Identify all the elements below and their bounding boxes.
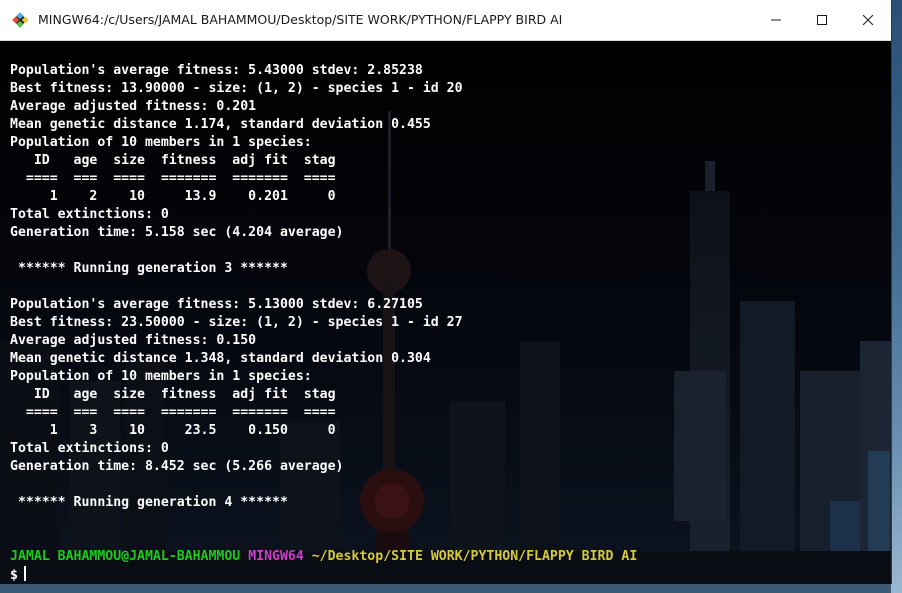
output-line: Average adjusted fitness: 0.201 xyxy=(10,99,257,114)
output-line: Total extinctions: 0 xyxy=(10,441,169,456)
output-line: Best fitness: 13.90000 - size: (1, 2) - … xyxy=(10,81,463,96)
output-line: Population's average fitness: 5.13000 st… xyxy=(10,297,423,312)
output-line: Mean genetic distance 1.174, standard de… xyxy=(10,117,431,132)
prompt-symbol: $ xyxy=(10,568,18,583)
window-title: MINGW64:/c/Users/JAMAL BAHAMMOU/Desktop/… xyxy=(38,12,563,27)
prompt-user-host: JAMAL BAHAMMOU@JAMAL-BAHAMMOU xyxy=(10,549,241,564)
table-divider: ==== === ==== ======= ======= ==== xyxy=(10,405,336,420)
close-button[interactable] xyxy=(845,0,891,40)
text-cursor xyxy=(23,566,26,581)
output-line: Best fitness: 23.50000 - size: (1, 2) - … xyxy=(10,315,463,330)
minimize-icon xyxy=(771,15,781,25)
generation-banner: ****** Running generation 4 ****** xyxy=(10,495,288,510)
output-line: Generation time: 8.452 sec (5.266 averag… xyxy=(10,459,344,474)
maximize-icon xyxy=(817,15,827,25)
output-line: Mean genetic distance 1.348, standard de… xyxy=(10,351,431,366)
output-line: Generation time: 5.158 sec (4.204 averag… xyxy=(10,225,344,240)
desktop-background xyxy=(891,0,902,593)
shell-prompt: JAMAL BAHAMMOU@JAMAL-BAHAMMOU MINGW64 ~/… xyxy=(10,548,880,566)
table-row: 1 2 10 13.9 0.201 0 xyxy=(10,189,336,204)
prompt-path: ~/Desktop/SITE WORK/PYTHON/FLAPPY BIRD A… xyxy=(311,549,638,564)
terminal-window: MINGW64:/c/Users/JAMAL BAHAMMOU/Desktop/… xyxy=(0,0,892,584)
output-line: Total extinctions: 0 xyxy=(10,207,169,222)
terminal-output[interactable]: Population's average fitness: 5.43000 st… xyxy=(10,62,880,584)
output-line: Population's average fitness: 5.43000 st… xyxy=(10,63,423,78)
table-header: ID age size fitness adj fit stag xyxy=(10,387,336,402)
output-line: Average adjusted fitness: 0.150 xyxy=(10,333,257,348)
table-divider: ==== === ==== ======= ======= ==== xyxy=(10,171,336,186)
output-line: Population of 10 members in 1 species: xyxy=(10,135,312,150)
minimize-button[interactable] xyxy=(753,0,799,40)
table-header: ID age size fitness adj fit stag xyxy=(10,153,336,168)
command-line[interactable]: $ xyxy=(10,566,880,584)
output-line: Population of 10 members in 1 species: xyxy=(10,369,312,384)
close-icon xyxy=(863,15,873,25)
prompt-system: MINGW64 xyxy=(248,549,304,564)
table-row: 1 3 10 23.5 0.150 0 xyxy=(10,423,336,438)
generation-banner: ****** Running generation 3 ****** xyxy=(10,261,288,276)
maximize-button[interactable] xyxy=(799,0,845,40)
git-bash-icon xyxy=(12,12,29,28)
title-bar[interactable]: MINGW64:/c/Users/JAMAL BAHAMMOU/Desktop/… xyxy=(0,0,891,41)
